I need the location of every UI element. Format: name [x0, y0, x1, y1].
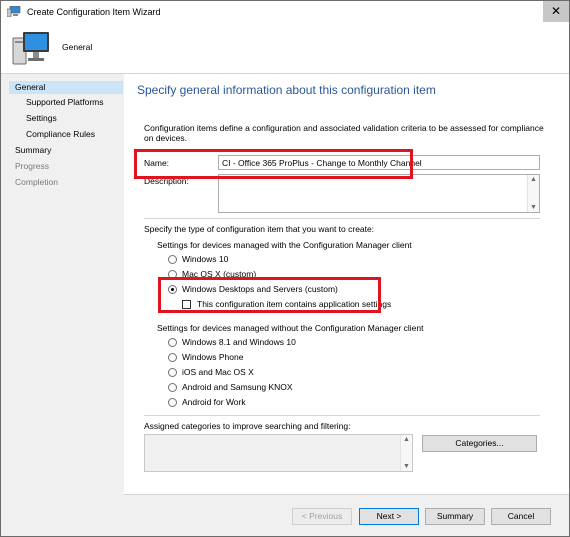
categories-scrollbar[interactable]: ▲ ▼ — [400, 435, 412, 471]
radio-button[interactable] — [168, 383, 177, 392]
footer-divider — [124, 494, 569, 495]
managed-group-label: Settings for devices managed with the Co… — [157, 240, 412, 250]
radio-ios-mac-os-x[interactable]: iOS and Mac OS X — [168, 367, 254, 377]
radio-button[interactable] — [168, 353, 177, 362]
description-field[interactable]: ▲ ▼ — [218, 174, 540, 213]
highlight-box-type — [158, 277, 381, 313]
close-button[interactable]: ✕ — [543, 1, 569, 22]
categories-button[interactable]: Categories... — [422, 435, 537, 452]
computer-monitor-icon — [12, 32, 49, 65]
radio-button[interactable] — [168, 255, 177, 264]
highlight-box-name — [134, 149, 413, 179]
categories-list[interactable]: ▲ ▼ — [144, 434, 413, 472]
wizard-sidebar: General Supported Platforms Settings Com… — [1, 74, 123, 536]
divider — [144, 218, 540, 219]
radio-android-samsung-knox[interactable]: Android and Samsung KNOX — [168, 382, 293, 392]
sidebar-item-compliance-rules[interactable]: Compliance Rules — [26, 129, 95, 139]
wizard-header: General — [1, 24, 569, 74]
scroll-up-icon[interactable]: ▲ — [530, 176, 537, 183]
sidebar-item-supported-platforms[interactable]: Supported Platforms — [26, 97, 103, 107]
radio-android-for-work[interactable]: Android for Work — [168, 397, 246, 407]
cancel-button[interactable]: Cancel — [491, 508, 551, 525]
description-scrollbar[interactable]: ▲ ▼ — [527, 175, 539, 212]
scroll-down-icon[interactable]: ▼ — [403, 463, 410, 470]
radio-button[interactable] — [168, 398, 177, 407]
categories-label: Assigned categories to improve searching… — [144, 421, 351, 431]
divider — [144, 415, 540, 416]
title-bar: Create Configuration Item Wizard ✕ — [1, 1, 569, 24]
sidebar-item-summary[interactable]: Summary — [15, 145, 51, 155]
scroll-down-icon[interactable]: ▼ — [530, 204, 537, 211]
type-prompt: Specify the type of configuration item t… — [144, 224, 375, 234]
next-button[interactable]: Next > — [359, 508, 419, 525]
sidebar-item-progress: Progress — [15, 161, 50, 171]
intro-description: Configuration items define a configurati… — [144, 123, 544, 143]
page-title: General — [62, 42, 93, 52]
radio-windows-phone[interactable]: Windows Phone — [168, 352, 243, 362]
summary-button[interactable]: Summary — [425, 508, 485, 525]
sidebar-item-settings[interactable]: Settings — [26, 113, 57, 123]
close-icon: ✕ — [550, 4, 562, 18]
wizard-window: Create Configuration Item Wizard ✕ Gener… — [0, 0, 570, 537]
unmanaged-group-label: Settings for devices managed without the… — [157, 323, 424, 333]
sidebar-item-completion: Completion — [15, 177, 58, 187]
radio-button[interactable] — [168, 338, 177, 347]
radio-button[interactable] — [168, 368, 177, 377]
radio-windows-8-1[interactable]: Windows 8.1 and Windows 10 — [168, 337, 296, 347]
sidebar-item-general[interactable]: General — [9, 81, 123, 94]
wizard-content: Specify general information about this c… — [124, 74, 569, 494]
radio-windows-10[interactable]: Windows 10 — [168, 254, 228, 264]
wizard-computer-icon — [7, 6, 21, 17]
content-heading: Specify general information about this c… — [137, 83, 436, 97]
scroll-up-icon[interactable]: ▲ — [403, 436, 410, 443]
window-title: Create Configuration Item Wizard — [27, 7, 161, 17]
previous-button[interactable]: < Previous — [292, 508, 352, 525]
